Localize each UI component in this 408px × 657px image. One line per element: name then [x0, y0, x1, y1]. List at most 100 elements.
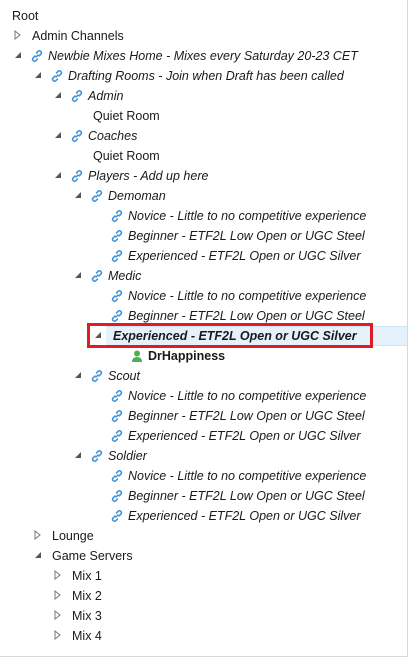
tree-item-soldier-beginner[interactable]: Beginner - ETF2L Low Open or UGC Steel — [0, 486, 408, 506]
link-icon — [110, 309, 124, 323]
chevron-right-icon[interactable] — [33, 530, 43, 540]
tree-item-label: Drafting Rooms - Join when Draft has bee… — [68, 69, 344, 83]
link-icon — [50, 69, 64, 83]
tree-item-label: Mix 4 — [72, 629, 102, 643]
tree-item-players[interactable]: Players - Add up here — [0, 166, 408, 186]
link-icon — [70, 169, 84, 183]
tree-item-medic[interactable]: Medic — [0, 266, 408, 286]
tree-item-soldier-experienced[interactable]: Experienced - ETF2L Open or UGC Silver — [0, 506, 408, 526]
chevron-down-icon[interactable] — [53, 90, 63, 100]
chevron-down-icon[interactable] — [73, 190, 83, 200]
tree-item-lounge[interactable]: Lounge — [0, 526, 408, 546]
tree-item-label: Game Servers — [52, 549, 133, 563]
tree-item-label: Novice - Little to no competitive experi… — [128, 209, 367, 223]
tree-item-demoman-experienced[interactable]: Experienced - ETF2L Open or UGC Silver — [0, 246, 408, 266]
tree-item-label: Mix 1 — [72, 569, 102, 583]
chevron-right-icon[interactable] — [53, 610, 63, 620]
tree-item-label: Coaches — [88, 129, 138, 143]
tree-item-label: Players - Add up here — [88, 169, 209, 183]
link-icon — [110, 209, 124, 223]
link-icon — [90, 189, 104, 203]
link-icon — [70, 89, 84, 103]
chevron-down-icon[interactable] — [53, 170, 63, 180]
tree-item-label: Newbie Mixes Home - Mixes every Saturday… — [48, 49, 358, 63]
tree-item-mix-3[interactable]: Mix 3 — [0, 606, 408, 626]
chevron-right-icon[interactable] — [53, 630, 63, 640]
tree-item-soldier[interactable]: Soldier — [0, 446, 408, 466]
chevron-down-icon[interactable] — [33, 70, 43, 80]
tree-item-label: Admin Channels — [32, 29, 124, 43]
tree-item-admin-channels[interactable]: Admin Channels — [0, 26, 408, 46]
chevron-down-icon[interactable] — [13, 50, 23, 60]
tree-item-label: Beginner - ETF2L Low Open or UGC Steel — [128, 309, 365, 323]
link-icon — [110, 509, 124, 523]
tree-item-demoman[interactable]: Demoman — [0, 186, 408, 206]
link-icon — [110, 429, 124, 443]
chevron-down-icon[interactable] — [93, 330, 103, 340]
link-icon — [110, 389, 124, 403]
tree-item-label: Demoman — [108, 189, 166, 203]
chevron-down-icon[interactable] — [73, 270, 83, 280]
chevron-down-icon[interactable] — [73, 450, 83, 460]
tree-item-label: Experienced - ETF2L Open or UGC Silver — [128, 509, 361, 523]
tree-item-label: Mix 2 — [72, 589, 102, 603]
chevron-down-icon[interactable] — [73, 370, 83, 380]
tree-item-label: Quiet Room — [93, 149, 160, 163]
tree-item-drafting-rooms[interactable]: Drafting Rooms - Join when Draft has bee… — [0, 66, 408, 86]
link-icon — [30, 49, 44, 63]
tree-item-mix-4[interactable]: Mix 4 — [0, 626, 408, 646]
link-icon — [70, 129, 84, 143]
tree-item-mix-2[interactable]: Mix 2 — [0, 586, 408, 606]
tree-item-coaches[interactable]: Coaches — [0, 126, 408, 146]
tree-item-scout[interactable]: Scout — [0, 366, 408, 386]
tree-item-label: Root — [12, 9, 39, 23]
tree-item-soldier-novice[interactable]: Novice - Little to no competitive experi… — [0, 466, 408, 486]
tree-item-quiet-room-coaches[interactable]: Quiet Room — [0, 146, 408, 166]
tree-item-label: Lounge — [52, 529, 94, 543]
tree-item-label: Medic — [108, 269, 142, 283]
tree-item-label: Admin — [88, 89, 124, 103]
tree-item-admin[interactable]: Admin — [0, 86, 408, 106]
channel-tree: Root Admin Channels Newbie Mixes Home - … — [0, 0, 408, 657]
link-icon — [90, 449, 104, 463]
tree-item-newbie-home[interactable]: Newbie Mixes Home - Mixes every Saturday… — [0, 46, 408, 66]
link-icon — [90, 369, 104, 383]
tree-item-scout-experienced[interactable]: Experienced - ETF2L Open or UGC Silver — [0, 426, 408, 446]
tree-item-medic-beginner[interactable]: Beginner - ETF2L Low Open or UGC Steel — [0, 306, 408, 326]
chevron-right-icon[interactable] — [53, 570, 63, 580]
chevron-down-icon[interactable] — [53, 130, 63, 140]
tree-item-label: Novice - Little to no competitive experi… — [128, 469, 367, 483]
tree-item-demoman-beginner[interactable]: Beginner - ETF2L Low Open or UGC Steel — [0, 226, 408, 246]
tree-item-root[interactable]: Root — [0, 6, 408, 26]
tree-item-game-servers[interactable]: Game Servers — [0, 546, 408, 566]
tree-item-label: Novice - Little to no competitive experi… — [128, 389, 367, 403]
link-icon — [110, 249, 124, 263]
link-icon — [90, 269, 104, 283]
link-icon — [110, 289, 124, 303]
tree-item-label: Novice - Little to no competitive experi… — [128, 289, 367, 303]
user-name: DrHappiness — [148, 349, 226, 363]
tree-item-label: Experienced - ETF2L Open or UGC Silver — [128, 429, 361, 443]
chevron-down-icon[interactable] — [33, 550, 43, 560]
link-icon — [110, 469, 124, 483]
tree-item-scout-novice[interactable]: Novice - Little to no competitive experi… — [0, 386, 408, 406]
user-icon — [130, 349, 144, 363]
tree-item-label: Beginner - ETF2L Low Open or UGC Steel — [128, 489, 365, 503]
chevron-right-icon[interactable] — [53, 590, 63, 600]
tree-item-label: Beginner - ETF2L Low Open or UGC Steel — [128, 229, 365, 243]
link-icon — [110, 489, 124, 503]
tree-item-label: Soldier — [108, 449, 147, 463]
tree-item-quiet-room-admin[interactable]: Quiet Room — [0, 106, 408, 126]
tree-item-label: Beginner - ETF2L Low Open or UGC Steel — [128, 409, 365, 423]
tree-item-label: Scout — [108, 369, 140, 383]
link-icon — [110, 229, 124, 243]
tree-item-medic-novice[interactable]: Novice - Little to no competitive experi… — [0, 286, 408, 306]
tree-item-mix-1[interactable]: Mix 1 — [0, 566, 408, 586]
tree-item-scout-beginner[interactable]: Beginner - ETF2L Low Open or UGC Steel — [0, 406, 408, 426]
tree-item-demoman-novice[interactable]: Novice - Little to no competitive experi… — [0, 206, 408, 226]
tree-item-medic-experienced-selected[interactable]: Experienced - ETF2L Open or UGC Silver — [0, 326, 408, 346]
tree-item-user-drhappiness[interactable]: DrHappiness — [0, 346, 408, 366]
tree-item-label: Experienced - ETF2L Open or UGC Silver — [113, 329, 357, 343]
tree-item-label: Quiet Room — [93, 109, 160, 123]
chevron-right-icon[interactable] — [13, 30, 23, 40]
